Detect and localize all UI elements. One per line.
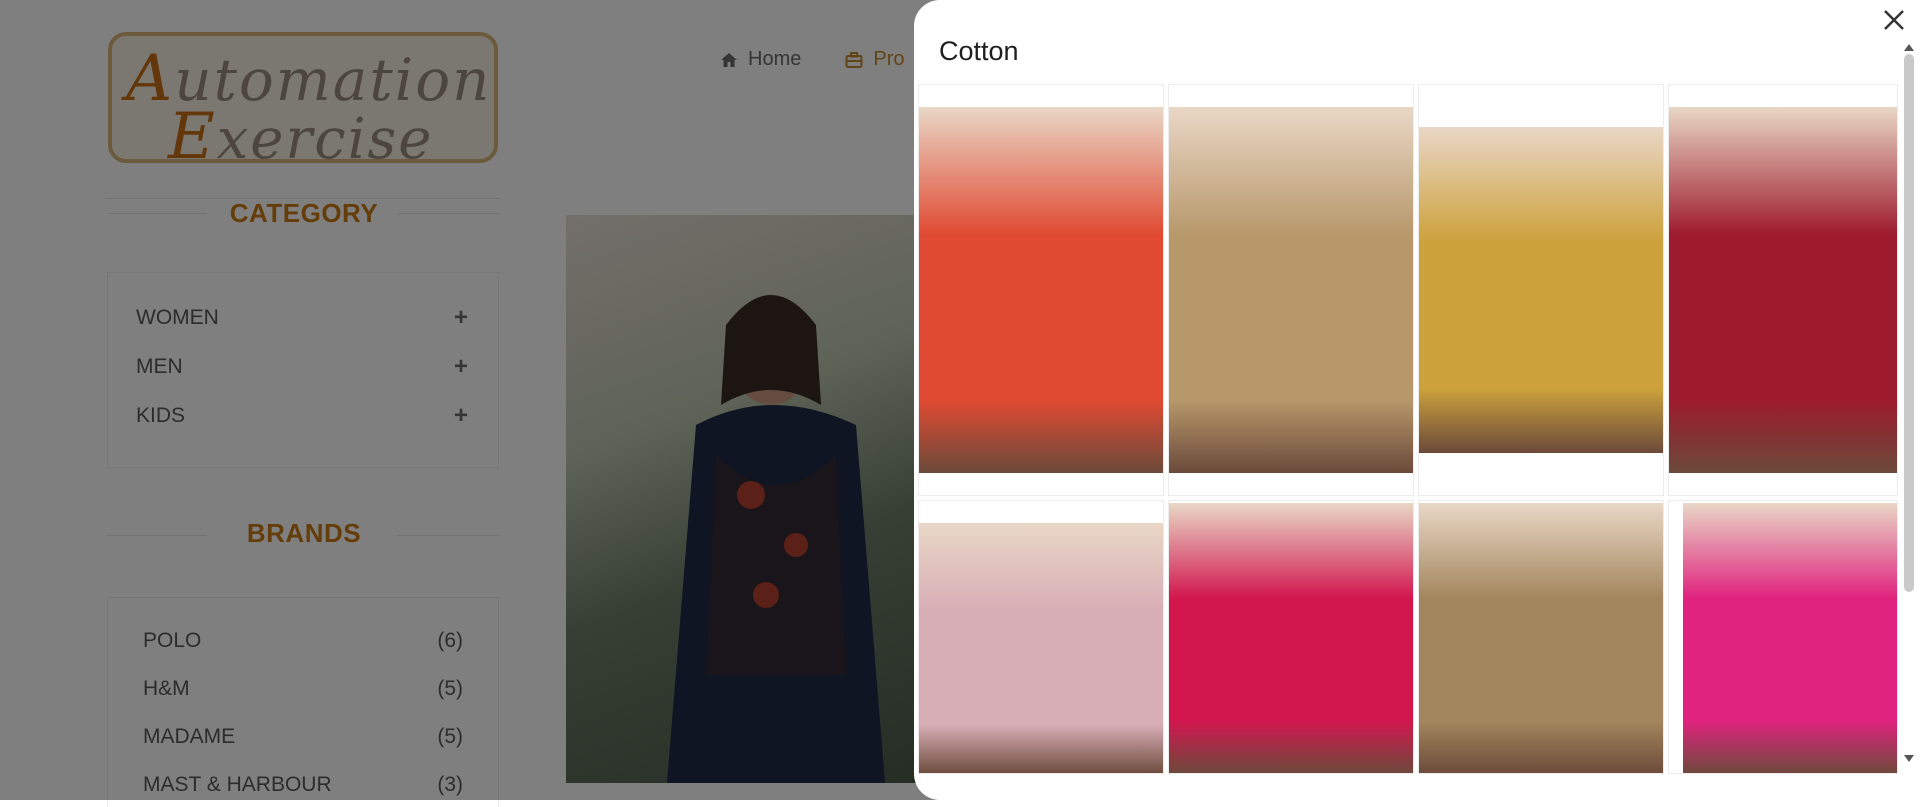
scroll-up-arrow-icon[interactable]: [1901, 40, 1917, 54]
product-card[interactable]: [1418, 84, 1664, 496]
product-card[interactable]: [1668, 500, 1898, 774]
product-modal: Cotton: [914, 0, 1920, 800]
close-icon[interactable]: [1880, 6, 1908, 34]
modal-title: Cotton: [939, 36, 1019, 66]
product-image[interactable]: [1683, 503, 1897, 773]
product-card[interactable]: [1418, 500, 1664, 774]
scrollbar-thumb[interactable]: [1904, 54, 1914, 592]
product-card[interactable]: [1168, 500, 1414, 774]
product-image[interactable]: [1419, 127, 1663, 453]
product-image[interactable]: [919, 107, 1163, 473]
product-image[interactable]: [919, 523, 1163, 773]
product-image[interactable]: [1669, 107, 1897, 473]
product-card[interactable]: [918, 500, 1164, 774]
product-grid: [918, 84, 1898, 774]
scroll-down-arrow-icon[interactable]: [1901, 752, 1917, 766]
product-image[interactable]: [1169, 107, 1413, 473]
product-card[interactable]: [1668, 84, 1898, 496]
product-card[interactable]: [1168, 84, 1414, 496]
product-card[interactable]: [918, 84, 1164, 496]
product-image[interactable]: [1169, 503, 1413, 773]
product-image[interactable]: [1419, 503, 1663, 773]
